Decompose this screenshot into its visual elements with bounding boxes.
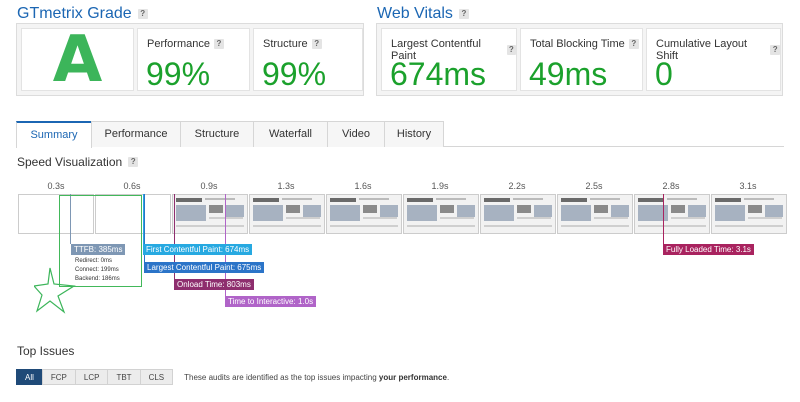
- report-page: GTmetrix Grade ? A Performance? 99% Stru…: [0, 0, 800, 402]
- time-label: 3.1s: [739, 181, 757, 191]
- help-icon[interactable]: ?: [311, 39, 322, 49]
- performance-card: Performance? 99%: [137, 28, 250, 92]
- speed-visualization-title: Speed Visualization: [17, 155, 123, 169]
- speed-visualization-heading: Speed Visualization ?: [17, 155, 139, 169]
- filmstrip-frame[interactable]: [249, 194, 325, 234]
- performance-value: 99%: [146, 56, 211, 92]
- top-issues-heading: Top Issues: [17, 344, 74, 358]
- lcp-tag[interactable]: Largest Contentful Paint: 675ms: [144, 262, 265, 273]
- cls-value: 0: [655, 56, 673, 92]
- note-suffix: .: [446, 372, 450, 382]
- grade-letter: A: [52, 22, 103, 97]
- web-vitals-title: Web Vitals: [377, 5, 453, 22]
- filmstrip-frame[interactable]: [711, 194, 787, 234]
- time-label: 1.9s: [431, 181, 449, 191]
- time-label: 1.3s: [277, 181, 295, 191]
- gtmetrix-grade-heading: GTmetrix Grade ?: [17, 5, 148, 23]
- time-label: 0.3s: [47, 181, 65, 191]
- ttfb-tag[interactable]: TTFB: 385ms: [71, 244, 126, 255]
- structure-value: 99%: [262, 56, 327, 92]
- filmstrip-frame[interactable]: [326, 194, 402, 234]
- lcp-card: Largest Contentful Paint? 674ms: [381, 28, 517, 92]
- filmstrip-frame[interactable]: [634, 194, 710, 234]
- tbt-value: 49ms: [529, 56, 608, 92]
- fully-loaded-marker-line: [663, 194, 664, 244]
- web-vitals-heading: Web Vitals ?: [377, 5, 469, 23]
- gtmetrix-grade-title: GTmetrix Grade: [17, 5, 132, 22]
- report-tabs: Summary Performance Structure Waterfall …: [16, 121, 784, 148]
- star-annotation-icon: [34, 267, 76, 314]
- filter-tbt-button[interactable]: TBT: [107, 369, 141, 385]
- filter-lcp-button[interactable]: LCP: [74, 369, 109, 385]
- tab-video[interactable]: Video: [327, 121, 385, 147]
- tab-history[interactable]: History: [384, 121, 444, 147]
- filmstrip-frame[interactable]: [480, 194, 556, 234]
- tbt-label: Total Blocking Time: [530, 38, 625, 50]
- tab-summary[interactable]: Summary: [16, 121, 92, 148]
- note-prefix: These audits are identified as the top i…: [184, 372, 379, 382]
- top-issues-title: Top Issues: [17, 344, 75, 358]
- time-label: 2.5s: [585, 181, 603, 191]
- fully-loaded-tag[interactable]: Fully Loaded Time: 3.1s: [663, 244, 754, 255]
- help-icon[interactable]: ?: [628, 39, 639, 49]
- performance-label: Performance: [147, 38, 210, 50]
- cls-card: Cumulative Layout Shift? 0: [646, 28, 781, 92]
- structure-card: Structure? 99%: [253, 28, 363, 92]
- grade-card: A: [21, 22, 134, 97]
- help-icon[interactable]: ?: [458, 9, 469, 19]
- fcp-tag[interactable]: First Contentful Paint: 674ms: [143, 244, 253, 255]
- help-icon[interactable]: ?: [770, 45, 780, 55]
- time-label: 2.2s: [508, 181, 526, 191]
- filmstrip-frame[interactable]: [403, 194, 479, 234]
- help-icon[interactable]: ?: [137, 9, 148, 19]
- help-icon[interactable]: ?: [128, 157, 139, 167]
- tab-waterfall[interactable]: Waterfall: [253, 121, 328, 147]
- web-vitals-panel: Largest Contentful Paint? 674ms Total Bl…: [376, 23, 783, 96]
- grade-panel: A Performance? 99% Structure? 99%: [16, 23, 364, 96]
- redirect-time: Redirect: 0ms: [75, 258, 113, 264]
- filter-fcp-button[interactable]: FCP: [41, 369, 76, 385]
- time-label: 0.6s: [123, 181, 141, 191]
- tbt-card: Total Blocking Time? 49ms: [520, 28, 643, 92]
- issue-filter-bar: All FCP LCP TBT CLS These audits are ide…: [16, 369, 449, 385]
- tab-structure[interactable]: Structure: [180, 121, 254, 147]
- structure-label: Structure: [263, 38, 308, 50]
- tab-performance[interactable]: Performance: [91, 121, 181, 147]
- filmstrip-frame[interactable]: [557, 194, 633, 234]
- time-label: 2.8s: [662, 181, 680, 191]
- filter-cls-button[interactable]: CLS: [139, 369, 174, 385]
- note-bold: your performance: [378, 372, 447, 382]
- top-issues-note: These audits are identified as the top i…: [184, 373, 449, 382]
- help-icon[interactable]: ?: [506, 45, 516, 55]
- time-label: 1.6s: [354, 181, 372, 191]
- tti-tag[interactable]: Time to Interactive: 1.0s: [225, 296, 317, 307]
- filmstrip-frame[interactable]: [172, 194, 248, 234]
- help-icon[interactable]: ?: [213, 39, 224, 49]
- filter-all-button[interactable]: All: [16, 369, 43, 385]
- time-label: 0.9s: [200, 181, 218, 191]
- onload-tag[interactable]: Onload Time: 803ms: [174, 279, 254, 290]
- lcp-value: 674ms: [390, 56, 487, 92]
